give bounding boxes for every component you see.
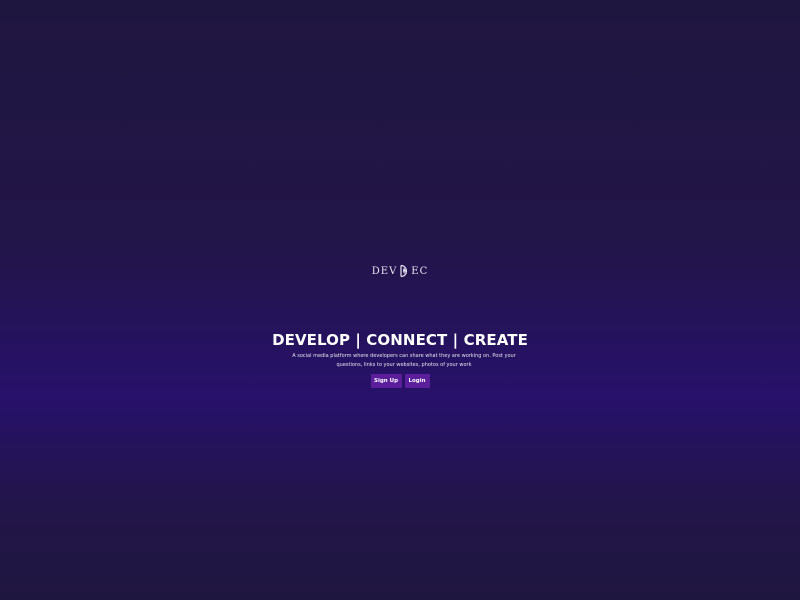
hero-description: A social media platform where developers… bbox=[292, 353, 516, 368]
login-button[interactable]: Login bbox=[404, 374, 430, 388]
pen-nib-d-icon bbox=[398, 264, 410, 278]
auth-actions: Sign Up Login bbox=[0, 374, 800, 388]
devdec-logo: DEV EC bbox=[0, 262, 800, 280]
hero-title: DEVELOP | CONNECT | CREATE bbox=[272, 331, 528, 349]
logo-text-right: EC bbox=[411, 265, 429, 277]
landing-page: DEV EC DEVELOP | CONNECT | CREATE A soci… bbox=[0, 0, 800, 600]
sign-up-button[interactable]: Sign Up bbox=[370, 374, 402, 388]
logo-text-left: DEV bbox=[371, 265, 398, 277]
